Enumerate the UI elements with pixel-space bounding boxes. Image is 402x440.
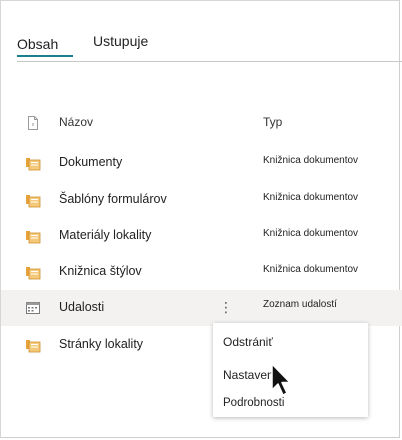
row-type: Knižnica dokumentov xyxy=(263,192,359,203)
tab-divider xyxy=(17,61,402,62)
library-icon xyxy=(26,267,41,280)
table-row[interactable]: Materiály lokality Knižnica dokumentov xyxy=(1,218,402,254)
content-panel: Obsah Ustupuje Názov Typ Dokumenty Knižn… xyxy=(0,0,402,438)
table-row[interactable]: Dokumenty Knižnica dokumentov xyxy=(1,145,402,181)
calendar-list-icon xyxy=(26,302,40,314)
row-type: Knižnica dokumentov xyxy=(263,264,359,275)
row-name[interactable]: Materiály lokality xyxy=(59,228,151,242)
mouse-pointer-icon xyxy=(271,363,291,396)
more-options-icon[interactable]: ⋮ xyxy=(219,297,233,317)
library-icon xyxy=(26,231,41,244)
table-header: Názov Typ xyxy=(1,105,402,141)
file-type-icon xyxy=(28,116,38,130)
row-name[interactable]: Šablóny formulárov xyxy=(59,192,167,206)
row-type: Knižnica dokumentov xyxy=(263,155,359,166)
table-row[interactable]: Knižnica štýlov Knižnica dokumentov xyxy=(1,254,402,290)
tab-obsah[interactable]: Obsah xyxy=(17,36,58,52)
column-header-type[interactable]: Typ xyxy=(263,115,282,129)
row-name[interactable]: Dokumenty xyxy=(59,155,122,169)
column-header-name[interactable]: Názov xyxy=(59,115,93,129)
library-icon xyxy=(26,340,41,353)
row-type: Knižnica dokumentov xyxy=(263,228,359,239)
tab-ustupuje[interactable]: Ustupuje xyxy=(93,33,148,49)
table-row-selected[interactable]: Udalosti ⋮ Zoznam udalostí xyxy=(1,290,402,326)
active-tab-indicator xyxy=(17,55,73,57)
library-icon xyxy=(26,158,41,171)
table-row[interactable]: Šablóny formulárov Knižnica dokumentov xyxy=(1,182,402,218)
library-icon xyxy=(26,195,41,208)
menu-item-delete[interactable]: Odstrániť xyxy=(223,335,273,349)
row-name[interactable]: Knižnica štýlov xyxy=(59,264,142,278)
row-type: Zoznam udalostí xyxy=(263,299,337,310)
row-name[interactable]: Udalosti xyxy=(59,300,104,314)
row-name[interactable]: Stránky lokality xyxy=(59,337,143,351)
